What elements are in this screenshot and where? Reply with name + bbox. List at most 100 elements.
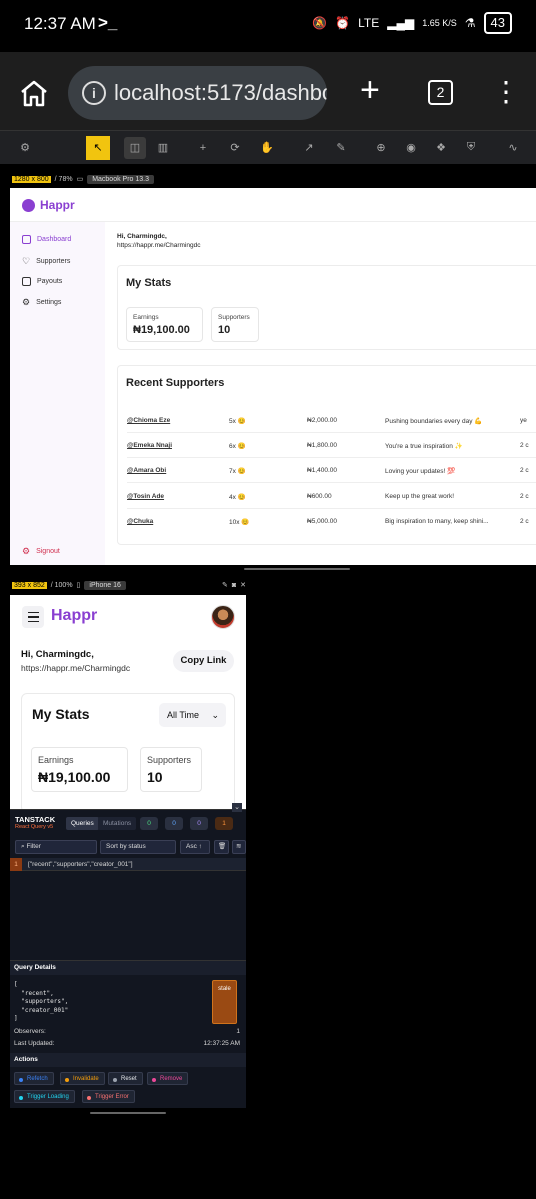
status-bar: 12:37 AM >_ 🔕 ⏰ LTE ▂▄▆ 1.65 K/S ⚗ 43 bbox=[0, 0, 536, 52]
supporters-value: 10 bbox=[147, 769, 163, 785]
tab-switcher-button[interactable]: 2 bbox=[428, 80, 453, 105]
support-count: 5x 😊 bbox=[229, 418, 246, 425]
earnings-label: Earnings bbox=[133, 314, 159, 321]
pen-icon[interactable]: ✎ bbox=[330, 137, 352, 159]
profile-url[interactable]: https://happr.me/Charmingdc bbox=[117, 241, 200, 250]
zoom-icon[interactable]: ⊕ bbox=[370, 137, 392, 159]
resize-handle[interactable] bbox=[90, 1112, 166, 1114]
sidebar-item-settings[interactable]: ⚙ Settings bbox=[22, 297, 61, 308]
desktop-size[interactable]: 1280 x 800 bbox=[12, 175, 51, 183]
table-row[interactable]: @Amara Obi 7x 😊 ₦1,400.00 Loving your up… bbox=[127, 458, 536, 483]
sidebar-item-supporters[interactable]: ♡ Supporters bbox=[22, 256, 70, 267]
sort-value: Sort by status bbox=[106, 843, 146, 850]
support-time: ye bbox=[520, 417, 527, 424]
address-bar[interactable]: i localhost:5173/dashboard bbox=[68, 66, 327, 120]
tab-mutations[interactable]: Mutations bbox=[98, 817, 137, 830]
eye-icon[interactable]: ◉ bbox=[400, 137, 422, 159]
sidebar-item-label: Supporters bbox=[36, 258, 71, 265]
add-icon[interactable]: + bbox=[192, 137, 214, 159]
table-row[interactable]: @Tosin Ade 4x 😊 ₦600.00 Keep up the grea… bbox=[127, 484, 536, 509]
sort-select[interactable]: Sort by status bbox=[100, 840, 176, 854]
collapse-icon[interactable]: ⌄ bbox=[232, 803, 242, 812]
supporters-label: Supporters bbox=[147, 755, 192, 765]
mobile-brand[interactable]: Happr bbox=[51, 607, 97, 625]
copy-link-button[interactable]: Copy Link bbox=[173, 650, 234, 672]
actions-heading: Actions bbox=[10, 1053, 246, 1067]
table-row[interactable]: @Chioma Eze 5x 😊 ₦2,000.00 Pushing bound… bbox=[127, 408, 536, 433]
table-row[interactable]: @Emeka Nnaji 6x 😊 ₦1,800.00 You're a tru… bbox=[127, 433, 536, 458]
support-amount: ₦2,000.00 bbox=[307, 417, 337, 424]
palette-icon[interactable]: ❖ bbox=[430, 137, 452, 159]
wave-icon[interactable]: ∿ bbox=[502, 137, 524, 159]
invalidate-button[interactable]: Invalidate bbox=[60, 1072, 105, 1085]
desktop-device-name[interactable]: Macbook Pro 13.3 bbox=[87, 174, 154, 184]
phone-icon: ▯ bbox=[76, 582, 81, 589]
status-icons: 🔕 ⏰ LTE ▂▄▆ 1.65 K/S ⚗ 43 bbox=[312, 12, 512, 34]
url-text[interactable]: localhost:5173/dashboard bbox=[114, 80, 327, 106]
support-amount: ₦600.00 bbox=[307, 493, 332, 500]
split-view-icon[interactable]: ◫ bbox=[124, 136, 146, 159]
desktop-logo[interactable]: Happr bbox=[22, 198, 75, 212]
tab-queries[interactable]: Queries bbox=[66, 817, 99, 830]
camera-icon[interactable]: ◙ bbox=[232, 582, 236, 589]
new-tab-button[interactable]: + bbox=[360, 73, 380, 107]
supporter-name[interactable]: @Chioma Eze bbox=[127, 417, 170, 424]
shield-icon[interactable]: ⛨ bbox=[460, 137, 482, 159]
rotate-icon[interactable]: ⟳ bbox=[224, 137, 246, 159]
trigger-loading-button[interactable]: Trigger Loading bbox=[14, 1090, 75, 1103]
time-filter-select[interactable]: All Time ⌄ bbox=[159, 703, 226, 727]
filter-input[interactable]: ⌕ Filter bbox=[15, 840, 97, 854]
battery-indicator: 43 bbox=[483, 12, 512, 34]
grid-icon bbox=[22, 235, 31, 244]
signout-button[interactable]: ⚙ Signout bbox=[22, 546, 60, 557]
mobile-zoom[interactable]: / 100% bbox=[51, 582, 73, 589]
avatar[interactable] bbox=[211, 605, 235, 629]
trash-icon[interactable]: 🗑 bbox=[214, 840, 229, 854]
reset-button[interactable]: Reset bbox=[108, 1072, 143, 1085]
desktop-zoom[interactable]: / 78% bbox=[55, 176, 73, 183]
query-row[interactable]: 1 ["recent","supporters","creator_001"] bbox=[10, 858, 246, 871]
supporter-name[interactable]: @Tosin Ade bbox=[127, 493, 164, 500]
supporters-box: Supporters 10 bbox=[140, 747, 202, 792]
pen-icon[interactable]: ✎ bbox=[222, 581, 228, 589]
layout-icon[interactable]: ▥ bbox=[152, 137, 174, 159]
home-icon[interactable] bbox=[19, 79, 49, 107]
mobile-preview: Happr Hi, Charmingdc, https://happr.me/C… bbox=[10, 595, 246, 1108]
sidebar-item-payouts[interactable]: Payouts bbox=[22, 277, 62, 286]
supporter-name[interactable]: @Chuka bbox=[127, 518, 153, 525]
hamburger-icon[interactable] bbox=[22, 606, 44, 628]
signout-icon: ⚙ bbox=[22, 546, 31, 556]
mobile-size[interactable]: 393 x 852 bbox=[12, 581, 47, 589]
sort-order-button[interactable]: Asc ↑ bbox=[180, 840, 210, 854]
table-row[interactable]: @Chuka 10x 😊 ₦5,000.00 Big inspiration t… bbox=[127, 509, 536, 534]
desktop-sidebar: Dashboard ♡ Supporters Payouts ⚙ Setting… bbox=[10, 222, 105, 565]
sidebar-item-dashboard[interactable]: Dashboard bbox=[22, 235, 71, 244]
wifi-icon[interactable]: ≋ bbox=[232, 840, 246, 854]
supporter-name[interactable]: @Amara Obi bbox=[127, 467, 166, 474]
mute-icon: 🔕 bbox=[312, 16, 328, 30]
pointer-icon[interactable]: ↗ bbox=[298, 137, 320, 159]
select-tool-icon[interactable]: ↖ bbox=[86, 135, 110, 160]
observers-label: Observers: bbox=[14, 1028, 46, 1035]
mobile-device-name[interactable]: iPhone 16 bbox=[84, 580, 126, 590]
settings-icon[interactable]: ⚙ bbox=[14, 137, 36, 159]
trigger-error-button[interactable]: Trigger Error bbox=[82, 1090, 135, 1103]
info-icon[interactable]: i bbox=[82, 81, 106, 105]
support-amount: ₦1,400.00 bbox=[307, 467, 337, 474]
earnings-value: ₦19,100.00 bbox=[133, 324, 190, 336]
menu-icon[interactable]: ⋮ bbox=[492, 78, 520, 106]
remove-button[interactable]: Remove bbox=[147, 1072, 189, 1085]
speed-label: 1.65 K/S bbox=[422, 18, 457, 28]
devtools-title: TANSTACK bbox=[15, 815, 56, 824]
close-icon[interactable]: ✕ bbox=[240, 581, 246, 589]
network-label: LTE bbox=[358, 16, 380, 30]
hand-icon[interactable]: ✋ bbox=[256, 137, 278, 159]
wallet-icon bbox=[22, 277, 31, 286]
refetch-button[interactable]: Refetch bbox=[14, 1072, 54, 1085]
supporter-name[interactable]: @Emeka Nnaji bbox=[127, 442, 172, 449]
greeting-text: Hi, Charmingdc, bbox=[117, 233, 167, 240]
resize-handle[interactable] bbox=[244, 568, 350, 570]
support-count: 7x 😊 bbox=[229, 468, 246, 475]
profile-url[interactable]: https://happr.me/Charmingdc bbox=[21, 663, 130, 673]
gear-icon: ⚙ bbox=[22, 297, 31, 307]
